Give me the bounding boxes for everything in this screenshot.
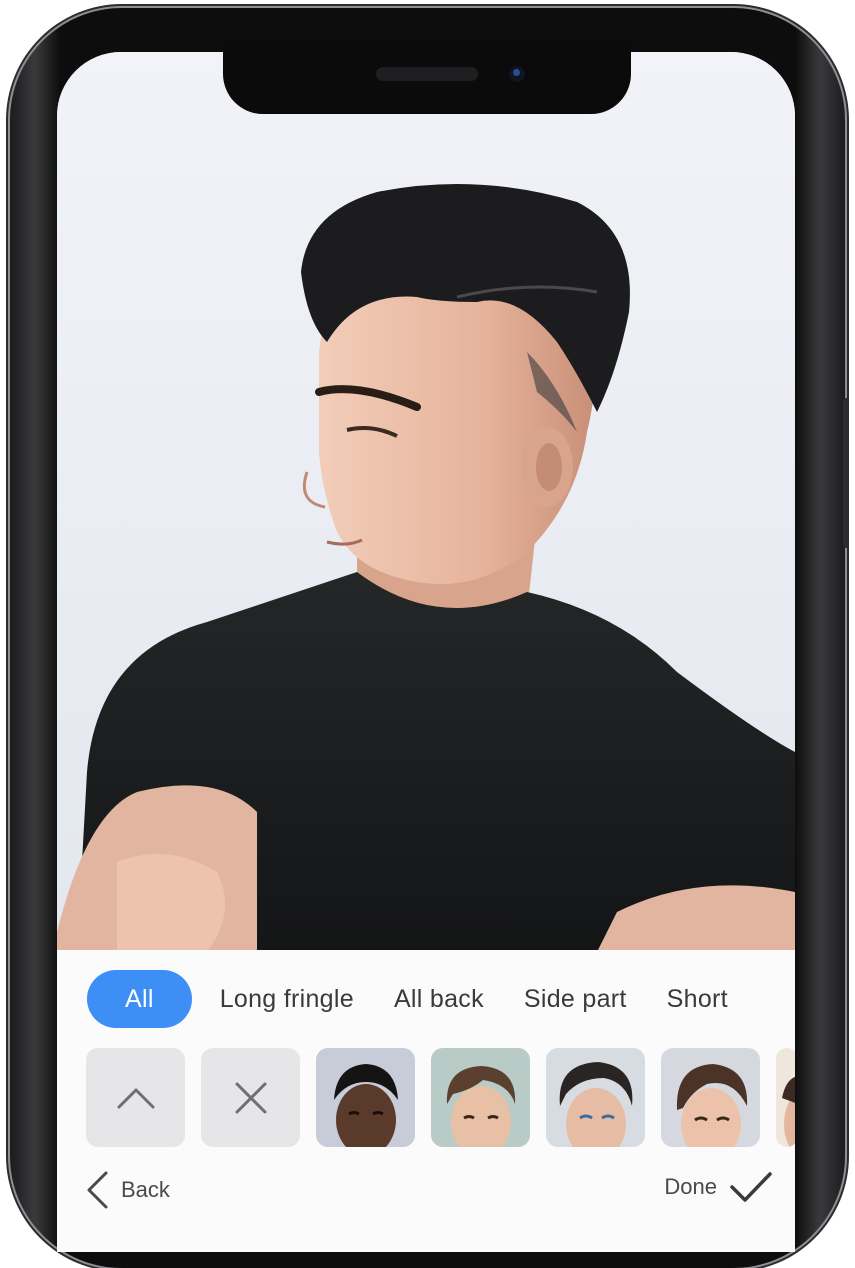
hairstyle-portrait <box>559 1062 633 1147</box>
category-tabs: All Long fringle All back Side part Shor… <box>87 970 748 1028</box>
hairstyle-picker-sheet: All Long fringle All back Side part Shor… <box>57 950 795 1252</box>
back-label: Back <box>121 1177 170 1202</box>
hairstyle-portrait <box>782 1076 795 1147</box>
hairstyle-thumbnail[interactable] <box>546 1048 645 1147</box>
tab-short[interactable]: Short <box>647 970 748 1028</box>
chevron-up-icon <box>117 1088 154 1108</box>
notch <box>223 40 631 114</box>
chevron-left-icon <box>87 1171 108 1209</box>
speaker-grille <box>376 67 478 81</box>
hairstyle-portrait <box>334 1064 398 1147</box>
hairstyle-preview-photo <box>57 52 795 952</box>
tab-all[interactable]: All <box>87 970 192 1028</box>
expand-button[interactable] <box>86 1048 185 1147</box>
hairstyle-portrait <box>446 1066 516 1147</box>
hairstyle-thumbnail[interactable] <box>431 1048 530 1147</box>
hairstyle-thumbnail[interactable] <box>661 1048 760 1147</box>
tab-long-fringle[interactable]: Long fringle <box>200 970 374 1028</box>
done-button[interactable]: Done <box>664 1170 773 1204</box>
done-label: Done <box>664 1174 717 1199</box>
remove-hairstyle-button[interactable] <box>201 1048 300 1147</box>
app-screen: All Long fringle All back Side part Shor… <box>57 52 795 1252</box>
checkmark-icon <box>730 1172 772 1202</box>
close-icon <box>235 1082 266 1113</box>
bottom-navigation: Back Done <box>57 1160 795 1220</box>
power-button <box>843 398 849 548</box>
tab-all-back[interactable]: All back <box>374 970 504 1028</box>
camera-icon <box>505 62 529 86</box>
tab-side-part[interactable]: Side part <box>504 970 647 1028</box>
hairstyle-portrait <box>676 1064 748 1147</box>
hairstyle-thumbnail-partial[interactable] <box>776 1048 795 1147</box>
hairstyle-list <box>86 1048 795 1147</box>
hairstyle-thumbnail[interactable] <box>316 1048 415 1147</box>
back-button[interactable]: Back <box>85 1170 170 1210</box>
